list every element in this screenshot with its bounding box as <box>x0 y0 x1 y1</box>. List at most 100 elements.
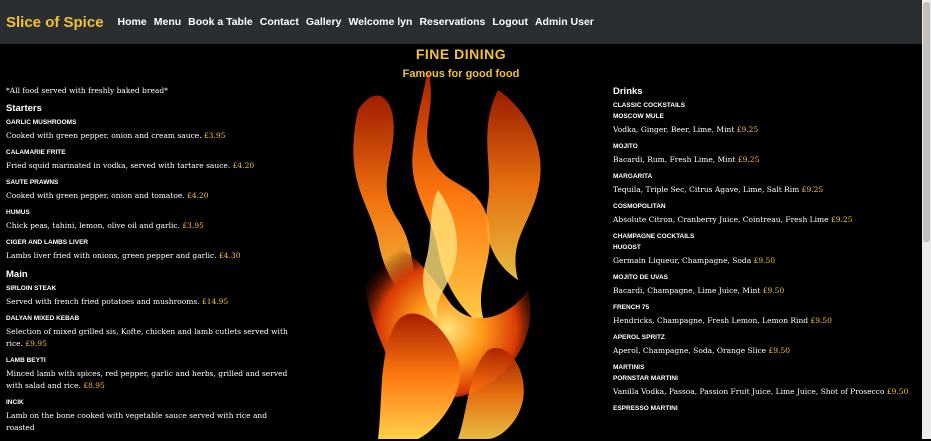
drink-item: FRENCH 75 Hendricks, Champagne, Fresh Le… <box>613 304 913 327</box>
nav-menu[interactable]: Menu <box>154 16 181 28</box>
menu-item: DALYAN MIXED KEBAB Selection of mixed gr… <box>6 315 296 350</box>
item-name: MOJITO <box>613 143 638 150</box>
item-name: GARLIC MUSHROOMS <box>6 119 77 126</box>
item-desc: Lamb on the bone cooked with vegetable s… <box>6 411 268 432</box>
item-name: SIRLOIN STEAK <box>6 285 57 292</box>
nav-admin-user[interactable]: Admin User <box>535 16 594 28</box>
food-menu: *All food served with freshly baked brea… <box>6 86 296 441</box>
item-desc: Aperol, Champagne, Soda, Orange Slice £9… <box>613 346 790 355</box>
group-title: CLASSIC COCKSTAILS <box>613 102 686 109</box>
item-name: FRENCH 75 <box>613 304 650 311</box>
scrollbar-thumb[interactable] <box>923 2 930 242</box>
section-title: Main <box>6 269 28 280</box>
item-price: £9.50 <box>768 346 790 355</box>
item-name: CALAMARIE FRITE <box>6 149 66 156</box>
item-name: LAMB BEYTI <box>6 357 46 364</box>
page-subtitle: Famous for good food <box>402 68 520 80</box>
item-desc: Minced lamb with spices, red pepper, gar… <box>6 369 288 390</box>
item-price: £3.95 <box>204 131 226 140</box>
menu-item: LAMB BEYTI Minced lamb with spices, red … <box>6 357 296 392</box>
menu-item: SAUTE PRAWNS Cooked with green pepper, o… <box>6 179 296 202</box>
item-desc: Tequila, Triple Sec, Citrus Agave, Lime,… <box>613 185 824 194</box>
page-title: FINE DINING <box>415 46 507 62</box>
drink-item: ESPRESSO MARTINI <box>613 405 913 412</box>
drinks-group: CHAMPAGNE COCKTAILS HUGOST Germain Lique… <box>613 233 913 357</box>
group-title: MARTINIS <box>613 364 645 371</box>
item-desc: Fried squid marinated in vodka, served w… <box>6 161 255 170</box>
scrollbar[interactable] <box>922 0 931 439</box>
item-desc: Vodka, Ginger, Beer, Lime, Mint £9.25 <box>613 125 759 134</box>
drink-item: MOSCOW MULE Vodka, Ginger, Beer, Lime, M… <box>613 113 913 136</box>
item-desc: Hendricks, Champagne, Fresh Lemon, Lemon… <box>613 316 832 325</box>
drink-item: PORNSTAR MARTINI Vanilla Vodka, Passoa, … <box>613 375 913 398</box>
drinks-menu: Drinks CLASSIC COCKSTAILS MOSCOW MULE Vo… <box>613 86 913 419</box>
drink-item: HUGOST Germain Liqueur, Champagne, Soda … <box>613 244 913 267</box>
item-name: HUGOST <box>613 244 641 251</box>
section-title: Drinks <box>613 86 643 97</box>
item-price: £9.50 <box>753 256 776 265</box>
nav-gallery[interactable]: Gallery <box>306 16 342 28</box>
brand-logo[interactable]: Slice of Spice <box>6 14 104 31</box>
nav-reservations[interactable]: Reservations <box>419 16 485 28</box>
item-desc: Vanilla Vodka, Passoa, Passion Fruit Jui… <box>613 387 909 396</box>
item-price: £9.25 <box>831 215 853 224</box>
nav-welcome-user[interactable]: Welcome lyn <box>348 16 412 28</box>
menu-item: CALAMARIE FRITE Fried squid marinated in… <box>6 149 296 172</box>
drinks-group: MARTINIS PORNSTAR MARTINI Vanilla Vodka,… <box>613 364 913 412</box>
item-desc: Bacardi, Rum, Fresh Lime, Mint £9.25 <box>613 155 760 164</box>
item-name: DALYAN MIXED KEBAB <box>6 315 80 322</box>
item-name: ESPRESSO MARTINI <box>613 405 678 412</box>
item-name: PORNSTAR MARTINI <box>613 375 678 382</box>
item-name: CIGER AND LAMBS LIVER <box>6 239 89 246</box>
drinks-group: CLASSIC COCKSTAILS MOSCOW MULE Vodka, Gi… <box>613 102 913 226</box>
item-desc: Bacardi, Champagne, Lime Juice, Mint £9.… <box>613 286 785 295</box>
bread-note: *All food served with freshly baked brea… <box>6 86 168 95</box>
item-desc: Chick peas, tahini, lemon, olive oil and… <box>6 221 204 230</box>
item-price: £4.20 <box>187 191 209 200</box>
nav-home[interactable]: Home <box>118 16 147 28</box>
drink-item: MARGARITA Tequila, Triple Sec, Citrus Ag… <box>613 173 913 196</box>
item-desc: Germain Liqueur, Champagne, Soda £9.50 <box>613 256 776 265</box>
menu-item: GARLIC MUSHROOMS Cooked with green peppe… <box>6 119 296 142</box>
item-price: £9.50 <box>762 286 785 295</box>
item-desc: Selection of mixed grilled sis, Kofte, c… <box>6 327 288 348</box>
starters-section: Starters GARLIC MUSHROOMS Cooked with gr… <box>6 103 296 262</box>
item-price: £9.25 <box>737 155 760 164</box>
item-desc: Served with french fried potatoes and mu… <box>6 297 229 306</box>
item-price: £9.25 <box>801 185 824 194</box>
item-price: £4.20 <box>232 161 255 170</box>
section-title: Starters <box>6 103 42 114</box>
item-price: £9.25 <box>736 125 759 134</box>
drink-item: MOJITO DE UVAS Bacardi, Champagne, Lime … <box>613 274 913 297</box>
flame-icon <box>353 70 541 439</box>
flame-image <box>338 70 570 439</box>
item-price: £14.95 <box>201 297 229 306</box>
nav-contact[interactable]: Contact <box>260 16 299 28</box>
group-title: CHAMPAGNE COCKTAILS <box>613 233 695 240</box>
item-price: £4.30 <box>219 251 241 260</box>
item-name: MOJITO DE UVAS <box>613 274 669 281</box>
item-desc: Cooked with green pepper, onion and crea… <box>6 131 226 140</box>
nav-logout[interactable]: Logout <box>492 16 528 28</box>
item-price: £3.95 <box>182 221 204 230</box>
item-name: MARGARITA <box>613 173 653 180</box>
item-desc: Cooked with green pepper, onion and toma… <box>6 191 209 200</box>
item-desc: Absolute Citron, Cranberry Juice, Cointr… <box>613 215 853 224</box>
item-name: SAUTE PRAWNS <box>6 179 59 186</box>
drink-item: APEROL SPRITZ Aperol, Champagne, Soda, O… <box>613 334 913 357</box>
item-price: £9.95 <box>25 339 47 348</box>
menu-item: SIRLOIN STEAK Served with french fried p… <box>6 285 296 308</box>
item-name: COSMOPOLITAN <box>613 203 666 210</box>
menu-item: INCIK Lamb on the bone cooked with veget… <box>6 399 296 434</box>
item-price: £9.50 <box>886 387 909 396</box>
drink-item: MOJITO Bacardi, Rum, Fresh Lime, Mint £9… <box>613 143 913 166</box>
item-name: HUMUS <box>6 209 30 216</box>
item-price: £8.95 <box>83 381 105 390</box>
item-desc: Lambs liver fried with onions, green pep… <box>6 251 241 260</box>
item-price: £9.50 <box>810 316 832 325</box>
item-name: APEROL SPRITZ <box>613 334 665 341</box>
nav-book-a-table[interactable]: Book a Table <box>188 16 253 28</box>
navbar: Slice of Spice Home Menu Book a Table Co… <box>0 0 922 44</box>
menu-item: CIGER AND LAMBS LIVER Lambs liver fried … <box>6 239 296 262</box>
main-section: Main SIRLOIN STEAK Served with french fr… <box>6 269 296 434</box>
